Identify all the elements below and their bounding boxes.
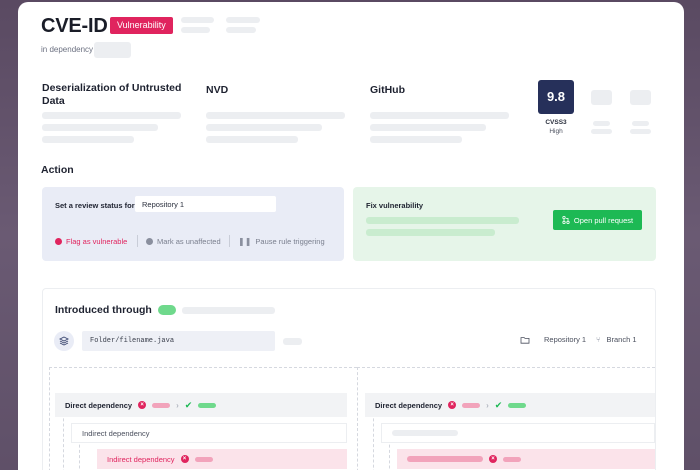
status-pill	[503, 456, 521, 462]
placeholder-bar	[206, 136, 298, 143]
branch-icon: ⑂	[596, 335, 601, 344]
vulnerable-icon: ×	[180, 455, 189, 463]
placeholder-bar	[632, 121, 649, 126]
placeholder-bar	[94, 42, 131, 58]
placeholder-bar	[593, 121, 610, 126]
pause-rule-button[interactable]: ❚❚ Pause rule triggering	[238, 237, 325, 246]
placeholder-bar	[283, 338, 302, 345]
page-title: CVE-ID	[41, 15, 108, 37]
placeholder-bar	[226, 17, 260, 23]
introduced-title: Introduced through	[55, 304, 152, 316]
github-title: GitHub	[370, 84, 405, 96]
placeholder-bar	[392, 430, 458, 436]
branch-label: Branch 1	[606, 335, 637, 344]
shield-check-icon: ✔	[494, 399, 503, 410]
cvss-label: CVSS3	[545, 119, 567, 126]
open-pr-label: Open pull request	[573, 215, 634, 225]
chevron-right-icon: ›	[176, 400, 179, 410]
fix-vulnerability-panel: Fix vulnerability Open pull request	[353, 187, 656, 261]
direct-dependency-label: Direct dependency	[375, 400, 443, 410]
placeholder-bar	[630, 129, 651, 134]
placeholder-bar	[181, 17, 214, 23]
nvd-title: NVD	[206, 84, 229, 96]
vulnerable-dependency-label: Indirect dependency	[107, 454, 175, 464]
vulnerable-dependency-row[interactable]: ×	[397, 449, 655, 469]
direct-dependency-row[interactable]: Direct dependency × › ✔	[365, 393, 655, 417]
vulnerability-card: CVE-ID Vulnerability in dependency Deser…	[18, 2, 684, 470]
tree-guide	[49, 367, 50, 470]
layers-icon	[54, 331, 74, 351]
action-title: Action	[41, 164, 74, 176]
placeholder-bar	[182, 307, 275, 314]
repository-input[interactable]	[135, 196, 276, 212]
placeholder-bar	[370, 136, 462, 143]
shield-check-icon: ✔	[184, 399, 193, 410]
placeholder-bar	[366, 217, 519, 224]
placeholder-bar	[591, 129, 612, 134]
mark-unaffected-button[interactable]: Mark as unaffected	[146, 237, 221, 246]
flag-label: Flag as vulnerable	[66, 237, 128, 246]
placeholder-bar	[370, 112, 509, 119]
status-pill	[508, 402, 527, 408]
indirect-dependency-row[interactable]: Indirect dependency	[71, 423, 347, 443]
vulnerability-name: Deserialization of Untrusted Data	[42, 82, 182, 107]
indirect-dependency-row[interactable]	[381, 423, 655, 443]
status-pill	[194, 456, 213, 462]
divider	[229, 235, 230, 247]
severity-label: High	[549, 128, 563, 135]
file-path[interactable]: Folder/filename.java	[82, 331, 275, 351]
placeholder-score	[630, 90, 651, 105]
cvss-score: 9.8	[538, 80, 574, 114]
vulnerability-badge: Vulnerability	[110, 17, 173, 34]
pull-request-icon	[562, 216, 570, 224]
direct-dependency-row[interactable]: Direct dependency × › ✔	[55, 393, 347, 417]
vulnerable-icon: ×	[448, 401, 457, 409]
status-pill	[158, 305, 176, 315]
flag-icon	[55, 238, 62, 245]
open-pull-request-button[interactable]: Open pull request	[553, 210, 642, 230]
status-pill	[462, 402, 481, 408]
unaffected-icon	[146, 238, 153, 245]
placeholder-bar	[206, 112, 345, 119]
placeholder-bar	[181, 27, 210, 33]
vulnerable-icon: ×	[489, 455, 497, 463]
repository-link[interactable]: Repository 1	[520, 335, 586, 344]
tree-guide	[357, 367, 358, 470]
divider	[137, 235, 138, 247]
placeholder-bar	[226, 27, 256, 33]
flag-vulnerable-button[interactable]: Flag as vulnerable	[55, 237, 127, 246]
placeholder-bar	[370, 124, 486, 131]
placeholder-score	[591, 90, 612, 105]
placeholder-bar	[366, 229, 495, 236]
branch-link[interactable]: ⑂ Branch 1	[596, 335, 637, 344]
direct-dependency-label: Direct dependency	[65, 400, 133, 410]
repository-label: Repository 1	[544, 335, 587, 344]
folder-icon	[520, 336, 530, 344]
review-label: Set a review status for	[55, 201, 135, 210]
vulnerable-icon: ×	[138, 401, 147, 409]
tree-guide	[357, 367, 655, 368]
placeholder-bar	[407, 456, 483, 462]
status-pill	[198, 402, 217, 408]
placeholder-bar	[42, 136, 134, 143]
introduced-through-panel: Introduced through Folder/filename.java …	[42, 288, 656, 470]
mark-label: Mark as unaffected	[157, 237, 221, 246]
indirect-dependency-label: Indirect dependency	[82, 428, 150, 438]
pause-label: Pause rule triggering	[255, 237, 325, 246]
fix-label: Fix vulnerability	[366, 201, 424, 210]
review-status-panel: Set a review status for Flag as vulnerab…	[42, 187, 344, 261]
tree-guide	[49, 367, 357, 368]
dependency-subtitle: in dependency	[41, 45, 94, 54]
status-pill	[152, 402, 171, 408]
placeholder-bar	[206, 124, 322, 131]
vulnerable-dependency-row[interactable]: Indirect dependency ×	[97, 449, 347, 469]
placeholder-bar	[42, 124, 158, 131]
chevron-right-icon: ›	[486, 400, 489, 410]
pause-icon: ❚❚	[238, 237, 252, 246]
placeholder-bar	[42, 112, 181, 119]
